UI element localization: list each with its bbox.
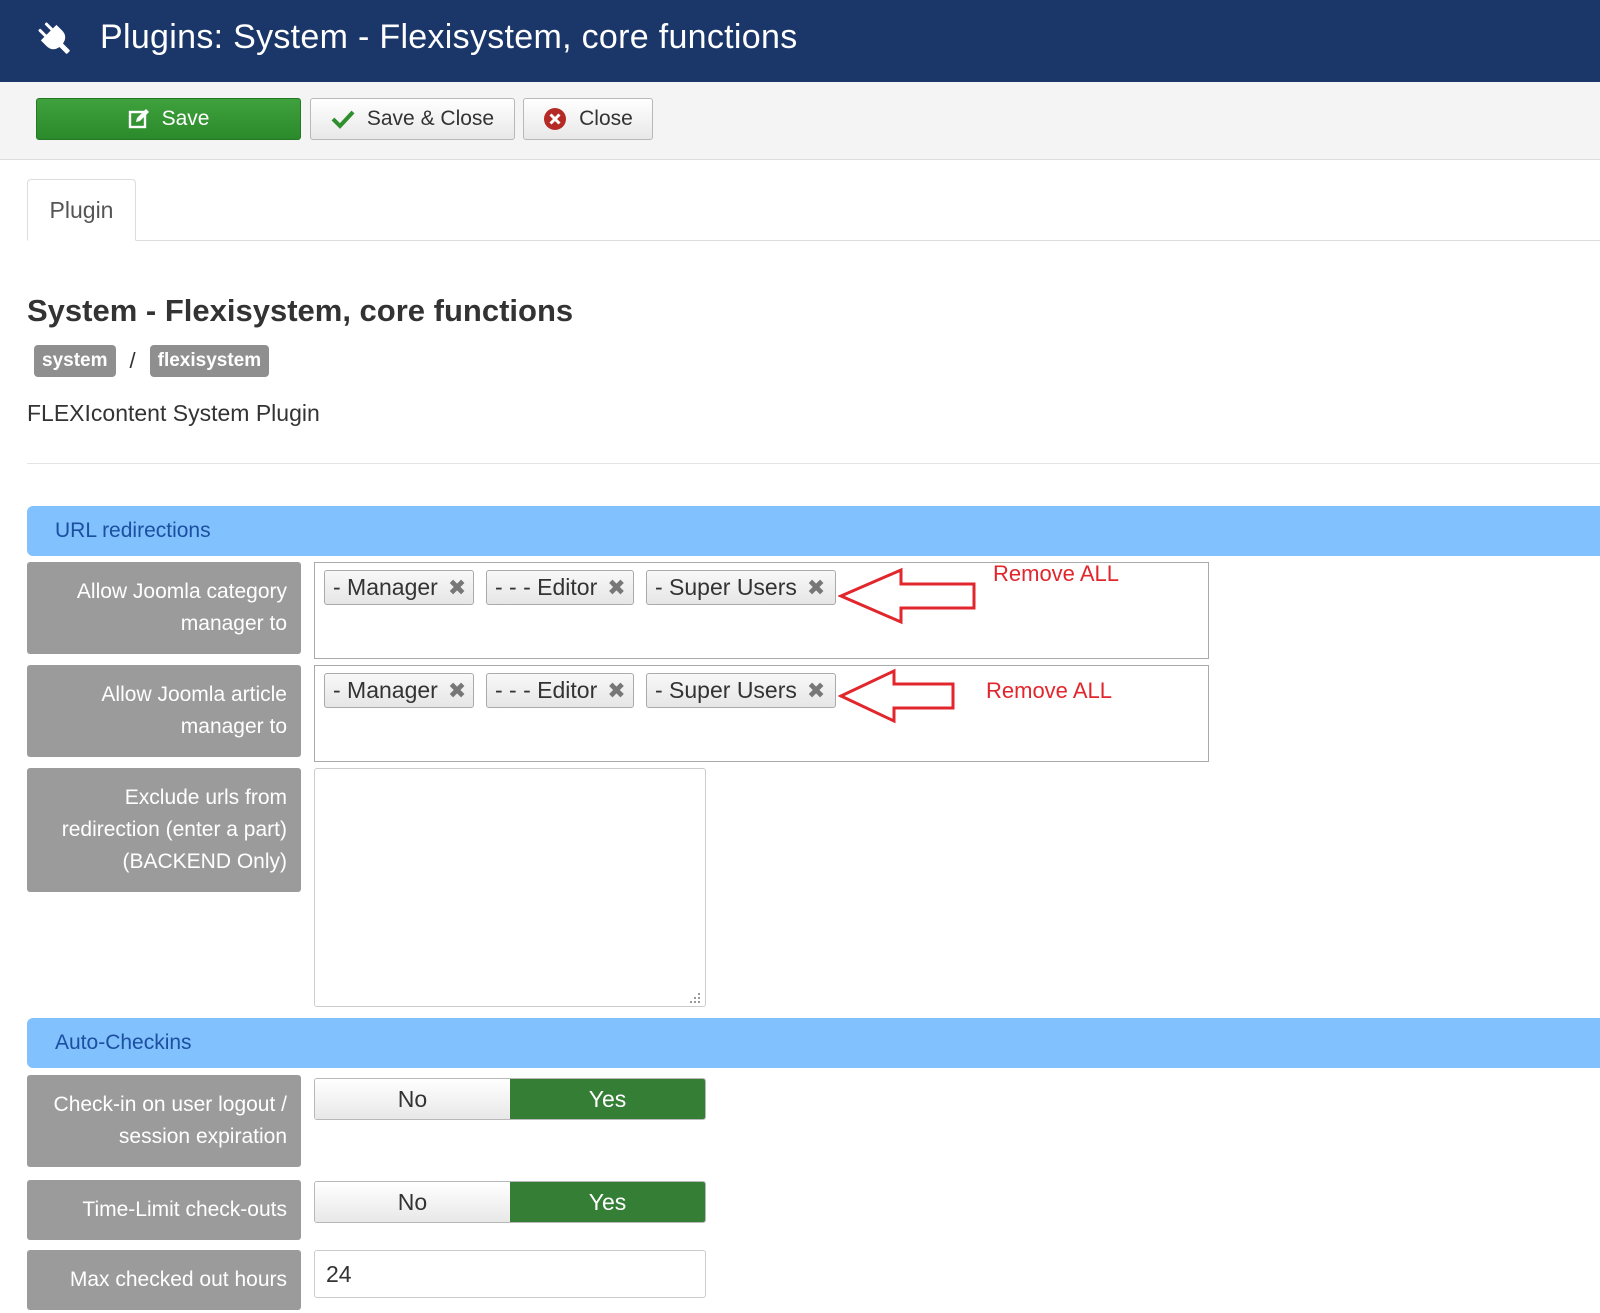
page-title: Plugins: System - Flexisystem, core func… xyxy=(100,18,798,56)
chip-super-users[interactable]: - Super Users ✖ xyxy=(646,673,836,708)
save-close-label: Save & Close xyxy=(366,107,495,130)
chip-label: - - - Editor xyxy=(495,574,598,600)
remove-icon[interactable]: ✖ xyxy=(448,575,466,601)
remove-icon[interactable]: ✖ xyxy=(607,575,625,601)
label-line: Allow Joomla category xyxy=(76,580,287,603)
max-hours-input[interactable]: 24 xyxy=(314,1250,706,1298)
exclude-urls-textarea[interactable] xyxy=(314,768,706,1007)
toggle-no-button[interactable]: No xyxy=(315,1079,510,1119)
plugin-badges: system / flexisystem xyxy=(34,344,270,377)
label-line: Max checked out hours xyxy=(69,1268,287,1291)
chip-label: - Super Users xyxy=(655,574,797,600)
check-icon xyxy=(331,110,355,129)
remove-icon[interactable]: ✖ xyxy=(807,678,825,704)
chip-manager[interactable]: - Manager ✖ xyxy=(324,570,474,605)
label-line: Allow Joomla article xyxy=(101,683,287,706)
save-button[interactable]: Save xyxy=(36,98,301,140)
time-limit-toggle[interactable]: No Yes xyxy=(314,1181,706,1223)
label-line: session expiration xyxy=(118,1125,287,1148)
label-checkin-logout: Check-in on user logout / session expira… xyxy=(27,1075,301,1167)
label-max-hours: Max checked out hours xyxy=(27,1250,301,1310)
tab-plugin[interactable]: Plugin xyxy=(27,179,136,241)
toggle-yes-button[interactable]: Yes xyxy=(510,1182,705,1222)
tab-bar: Plugin xyxy=(27,179,1600,241)
plugin-title: System - Flexisystem, core functions xyxy=(27,293,574,328)
close-button[interactable]: Close xyxy=(523,98,653,140)
label-article-manager: Allow Joomla article manager to xyxy=(27,665,301,757)
plugin-description: FLEXIcontent System Plugin xyxy=(27,400,320,426)
chip-super-users[interactable]: - Super Users ✖ xyxy=(646,570,836,605)
chip-editor[interactable]: - - - Editor ✖ xyxy=(486,570,634,605)
plug-icon xyxy=(38,22,70,54)
close-label: Close xyxy=(579,107,633,130)
close-circle-icon xyxy=(544,108,567,130)
arrow-left-icon xyxy=(838,668,955,724)
label-line: Exclude urls from xyxy=(124,786,287,809)
label-line: Check-in on user logout / xyxy=(53,1093,287,1116)
section-auto-checkins: Auto-Checkins xyxy=(27,1018,1600,1068)
label-line: manager to xyxy=(180,612,287,635)
section-url-redirections: URL redirections xyxy=(27,506,1600,556)
label-line: (BACKEND Only) xyxy=(122,850,287,873)
chip-label: - Super Users xyxy=(655,677,797,703)
chip-manager[interactable]: - Manager ✖ xyxy=(324,673,474,708)
remove-icon[interactable]: ✖ xyxy=(448,678,466,704)
badge-folder: system xyxy=(34,344,116,377)
page-header: Plugins: System - Flexisystem, core func… xyxy=(0,0,1600,82)
label-line: redirection (enter a part) xyxy=(61,818,287,841)
arrow-left-icon xyxy=(838,567,976,625)
label-category-manager: Allow Joomla category manager to xyxy=(27,562,301,654)
annotation-remove-all: Remove ALL xyxy=(993,561,1119,586)
divider xyxy=(27,463,1600,464)
chip-label: - Manager xyxy=(333,677,438,703)
remove-icon[interactable]: ✖ xyxy=(607,678,625,704)
badge-separator: / xyxy=(129,347,136,373)
toolbar: Save Save & Close Close xyxy=(0,82,1600,160)
label-exclude-urls: Exclude urls from redirection (enter a p… xyxy=(27,768,301,892)
chip-label: - Manager xyxy=(333,574,438,600)
remove-icon[interactable]: ✖ xyxy=(807,575,825,601)
toggle-no-button[interactable]: No xyxy=(315,1182,510,1222)
chip-label: - - - Editor xyxy=(495,677,598,703)
save-label: Save xyxy=(161,107,210,130)
label-line: manager to xyxy=(180,715,287,738)
chip-editor[interactable]: - - - Editor ✖ xyxy=(486,673,634,708)
save-close-button[interactable]: Save & Close xyxy=(310,98,515,140)
label-time-limit: Time-Limit check-outs xyxy=(27,1180,301,1240)
badge-element: flexisystem xyxy=(149,344,270,377)
annotation-remove-all: Remove ALL xyxy=(986,678,1112,703)
resize-handle-icon[interactable] xyxy=(689,992,701,1004)
label-line: Time-Limit check-outs xyxy=(82,1198,287,1221)
edit-icon xyxy=(128,109,149,129)
toggle-yes-button[interactable]: Yes xyxy=(510,1079,705,1119)
checkin-logout-toggle[interactable]: No Yes xyxy=(314,1078,706,1120)
